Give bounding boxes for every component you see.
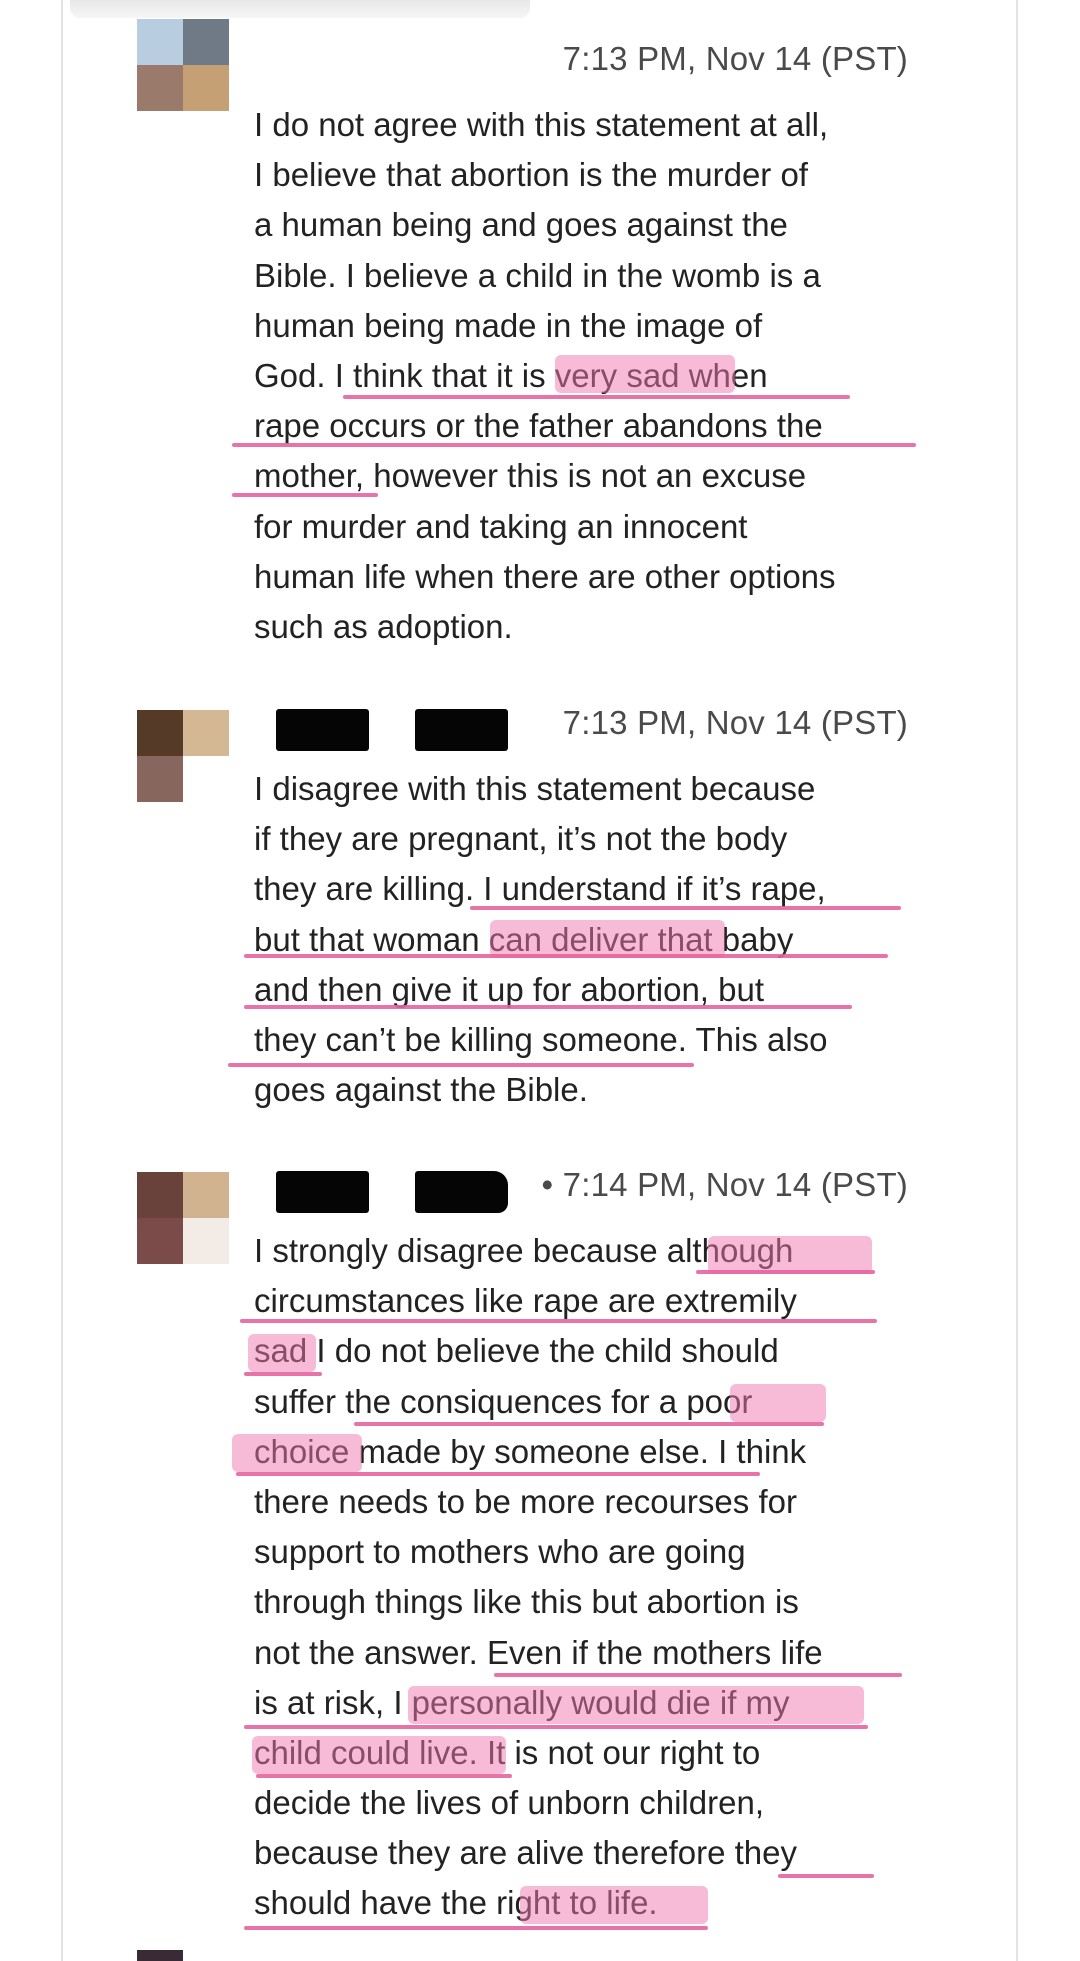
post-line: they can’t be killing someone. This also <box>254 1020 828 1058</box>
post-line: should have the right to life. <box>254 1884 658 1922</box>
post-line: decide the lives of unborn children, <box>254 1784 764 1822</box>
post-line: they are killing. I understand if it’s r… <box>254 870 826 908</box>
next-post-avatar <box>137 1950 183 1961</box>
avatar-pixel <box>183 65 229 111</box>
post-line: a human being and goes against the <box>254 206 788 244</box>
avatar-pixel <box>183 1172 229 1218</box>
post-timestamp: 7:13 PM, Nov 14 (PST) <box>562 704 908 741</box>
redacted-first-name <box>276 1171 369 1213</box>
post-line: I do not agree with this statement at al… <box>254 106 829 143</box>
avatar-pixel <box>183 710 229 756</box>
avatar-pixel <box>183 756 229 802</box>
redacted-first-name <box>276 709 369 751</box>
post-line: goes against the Bible. <box>254 1071 588 1109</box>
post-line: I believe that abortion is the murder of <box>254 156 808 194</box>
avatar[interactable] <box>137 1172 229 1264</box>
post-line: because they are alive therefore they <box>254 1834 798 1872</box>
post-line: sad I do not believe the child should <box>254 1332 779 1370</box>
post-body: I do not agree with this statement at al… <box>254 100 934 652</box>
post-line: Bible. I believe a child in the womb is … <box>254 256 821 294</box>
post-line: choice made by someone else. I think <box>254 1432 807 1470</box>
post-line: not the answer. Even if the mothers life <box>254 1633 823 1671</box>
post-line: circumstances like rape are extremily <box>254 1282 797 1320</box>
avatar-pixel <box>137 19 183 65</box>
post-line: and then give it up for abortion, but <box>254 970 765 1008</box>
redacted-last-name <box>415 1171 508 1213</box>
post-line: I disagree with this statement because <box>254 770 816 807</box>
post-line: for murder and taking an innocent <box>254 507 748 545</box>
avatar-pixel <box>137 756 183 802</box>
post-line: there needs to be more recourses for <box>254 1482 797 1520</box>
avatar-pixel <box>137 710 183 756</box>
post-line: child could live. It is not our right to <box>254 1733 761 1771</box>
post-line: if they are pregnant, it’s not the body <box>254 820 788 858</box>
post-line: mother, however this is not an excuse <box>254 457 807 495</box>
post-body: I disagree with this statement because i… <box>254 764 934 1115</box>
post-line: but that woman can deliver that baby <box>254 920 794 958</box>
avatar[interactable] <box>137 19 229 111</box>
post-line: through things like this but abortion is <box>254 1583 799 1621</box>
avatar-pixel <box>137 65 183 111</box>
post-body: I strongly disagree because although cir… <box>254 1226 934 1929</box>
avatar-pixel <box>183 19 229 65</box>
redacted-last-name <box>415 709 508 751</box>
post-line: I strongly disagree because although <box>254 1232 794 1269</box>
post-timestamp: • 7:14 PM, Nov 14 (PST) <box>541 1166 908 1203</box>
post-line: is at risk, I personally would die if my <box>254 1683 790 1721</box>
avatar-pixel <box>137 1218 183 1264</box>
post-line: human being made in the image of <box>254 306 763 344</box>
post-line: God. I think that it is very sad when <box>254 356 768 394</box>
post-line: suffer the consiquences for a poor <box>254 1382 753 1420</box>
post-line: rape occurs or the father abandons the <box>254 407 823 445</box>
post-line: such as adoption. <box>254 607 513 645</box>
avatar[interactable] <box>137 710 229 802</box>
avatar-pixel <box>137 1172 183 1218</box>
post-line: human life when there are other options <box>254 557 836 595</box>
post-timestamp: 7:13 PM, Nov 14 (PST) <box>562 40 908 77</box>
post-line: support to mothers who are going <box>254 1533 746 1571</box>
avatar-pixel <box>183 1218 229 1264</box>
